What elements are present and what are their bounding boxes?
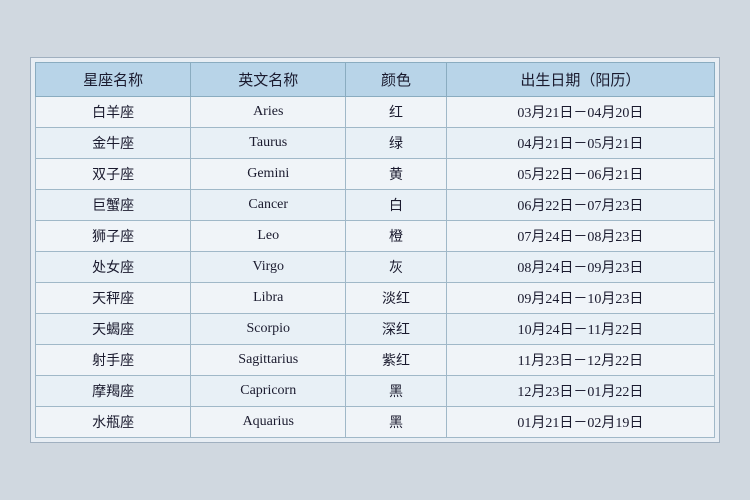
zodiac-table-container: 星座名称 英文名称 颜色 出生日期（阳历） 白羊座Aries红03月21日－04… [30, 57, 720, 443]
cell-dates: 06月22日－07月23日 [446, 190, 714, 221]
cell-chinese: 处女座 [36, 252, 191, 283]
cell-chinese: 天蝎座 [36, 314, 191, 345]
cell-color: 橙 [346, 221, 446, 252]
col-header-dates: 出生日期（阳历） [446, 63, 714, 97]
cell-chinese: 水瓶座 [36, 407, 191, 438]
table-header-row: 星座名称 英文名称 颜色 出生日期（阳历） [36, 63, 715, 97]
cell-english: Sagittarius [191, 345, 346, 376]
cell-dates: 10月24日－11月22日 [446, 314, 714, 345]
cell-english: Gemini [191, 159, 346, 190]
cell-dates: 07月24日－08月23日 [446, 221, 714, 252]
cell-english: Scorpio [191, 314, 346, 345]
cell-dates: 11月23日－12月22日 [446, 345, 714, 376]
cell-chinese: 金牛座 [36, 128, 191, 159]
cell-color: 白 [346, 190, 446, 221]
table-row: 天秤座Libra淡红09月24日－10月23日 [36, 283, 715, 314]
cell-dates: 05月22日－06月21日 [446, 159, 714, 190]
cell-chinese: 白羊座 [36, 97, 191, 128]
table-row: 射手座Sagittarius紫红11月23日－12月22日 [36, 345, 715, 376]
table-row: 天蝎座Scorpio深红10月24日－11月22日 [36, 314, 715, 345]
table-row: 摩羯座Capricorn黑12月23日－01月22日 [36, 376, 715, 407]
cell-chinese: 狮子座 [36, 221, 191, 252]
cell-dates: 03月21日－04月20日 [446, 97, 714, 128]
table-row: 处女座Virgo灰08月24日－09月23日 [36, 252, 715, 283]
cell-color: 黄 [346, 159, 446, 190]
cell-chinese: 天秤座 [36, 283, 191, 314]
col-header-english: 英文名称 [191, 63, 346, 97]
cell-color: 黑 [346, 376, 446, 407]
cell-color: 紫红 [346, 345, 446, 376]
cell-chinese: 射手座 [36, 345, 191, 376]
cell-english: Libra [191, 283, 346, 314]
cell-color: 深红 [346, 314, 446, 345]
cell-color: 黑 [346, 407, 446, 438]
cell-english: Cancer [191, 190, 346, 221]
cell-english: Taurus [191, 128, 346, 159]
cell-chinese: 双子座 [36, 159, 191, 190]
cell-color: 绿 [346, 128, 446, 159]
cell-color: 灰 [346, 252, 446, 283]
table-row: 水瓶座Aquarius黑01月21日－02月19日 [36, 407, 715, 438]
table-body: 白羊座Aries红03月21日－04月20日金牛座Taurus绿04月21日－0… [36, 97, 715, 438]
cell-english: Aquarius [191, 407, 346, 438]
zodiac-table: 星座名称 英文名称 颜色 出生日期（阳历） 白羊座Aries红03月21日－04… [35, 62, 715, 438]
cell-chinese: 巨蟹座 [36, 190, 191, 221]
cell-chinese: 摩羯座 [36, 376, 191, 407]
cell-english: Capricorn [191, 376, 346, 407]
table-row: 白羊座Aries红03月21日－04月20日 [36, 97, 715, 128]
table-row: 巨蟹座Cancer白06月22日－07月23日 [36, 190, 715, 221]
cell-dates: 12月23日－01月22日 [446, 376, 714, 407]
cell-english: Leo [191, 221, 346, 252]
cell-dates: 08月24日－09月23日 [446, 252, 714, 283]
table-row: 双子座Gemini黄05月22日－06月21日 [36, 159, 715, 190]
cell-english: Aries [191, 97, 346, 128]
table-row: 狮子座Leo橙07月24日－08月23日 [36, 221, 715, 252]
table-row: 金牛座Taurus绿04月21日－05月21日 [36, 128, 715, 159]
cell-dates: 04月21日－05月21日 [446, 128, 714, 159]
cell-dates: 09月24日－10月23日 [446, 283, 714, 314]
cell-dates: 01月21日－02月19日 [446, 407, 714, 438]
col-header-chinese: 星座名称 [36, 63, 191, 97]
cell-color: 淡红 [346, 283, 446, 314]
col-header-color: 颜色 [346, 63, 446, 97]
cell-color: 红 [346, 97, 446, 128]
cell-english: Virgo [191, 252, 346, 283]
